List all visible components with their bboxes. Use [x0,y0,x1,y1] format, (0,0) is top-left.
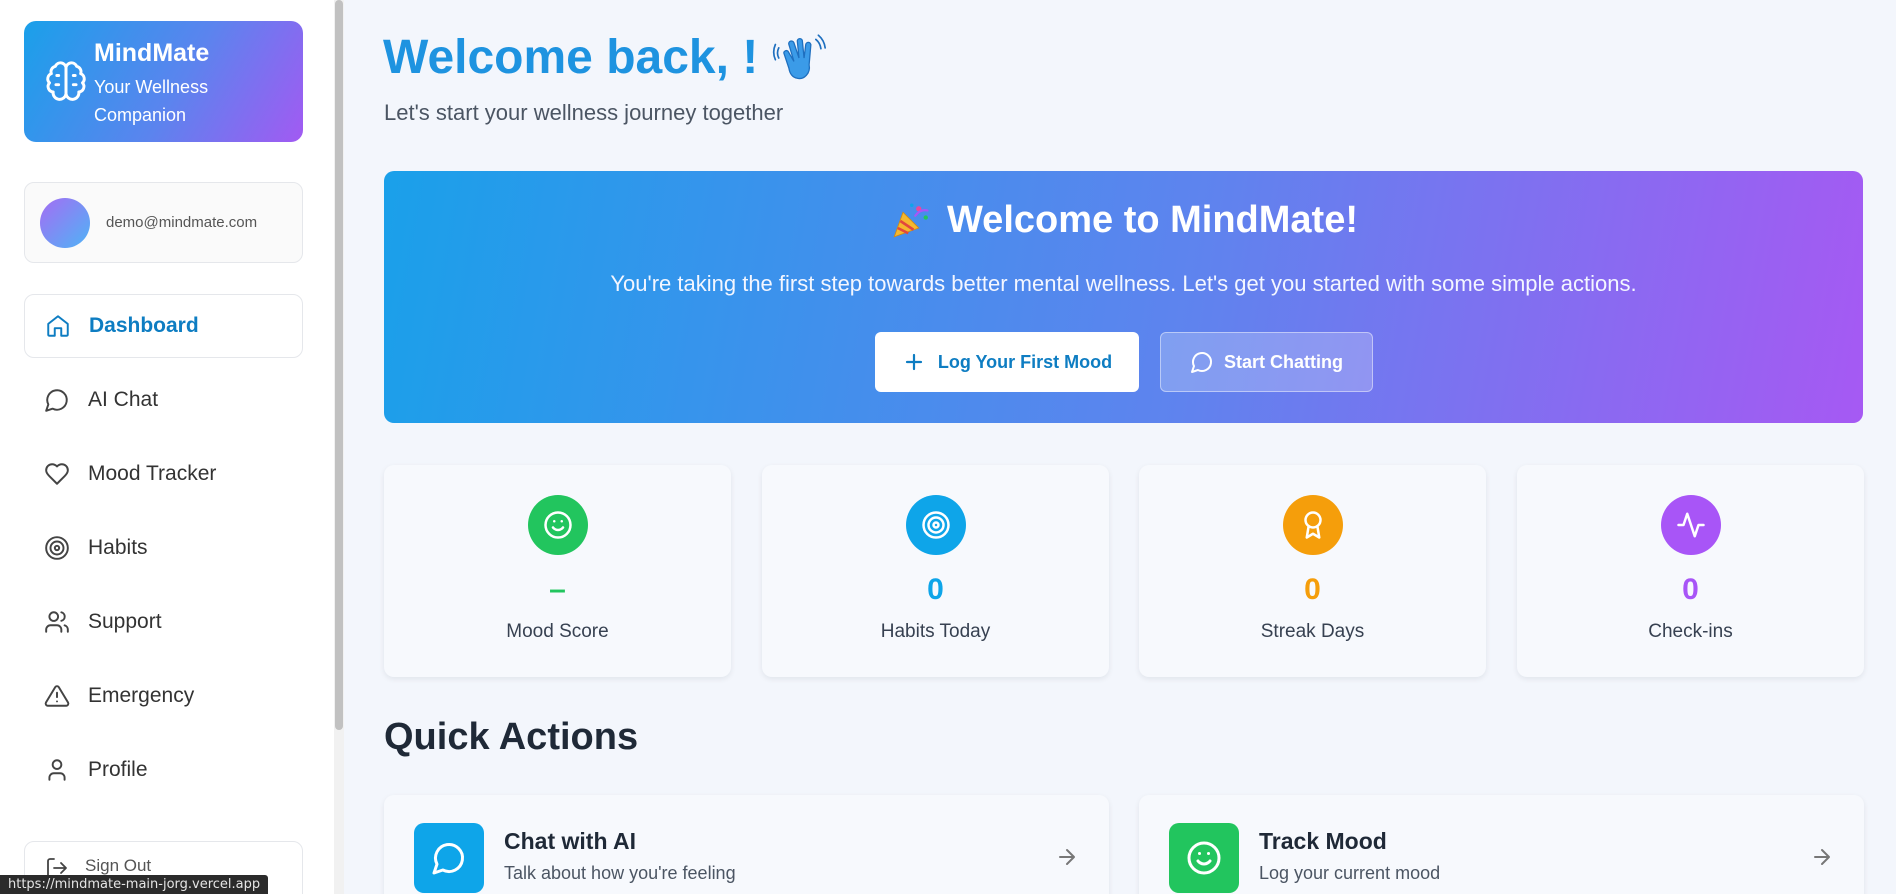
quick-action-track-mood[interactable]: Track Mood Log your current mood [1139,795,1864,894]
quick-action-desc: Talk about how you're feeling [504,863,736,883]
stat-card-streak-days: 0 Streak Days [1139,465,1486,677]
users-icon [45,611,69,633]
chat-icon [1191,352,1212,373]
banner-text: You're taking the first step towards bet… [610,271,1637,296]
sidebar-item-label: Habits [88,536,148,559]
quick-action-icon-box [414,823,484,893]
stat-value: 0 [1304,573,1321,606]
quick-action-title: Chat with AI [504,828,637,854]
user-email: demo@mindmate.com [106,214,258,231]
target-icon [45,536,69,560]
quick-action-chat-with-ai[interactable]: Chat with AI Talk about how you're feeli… [384,795,1109,894]
stat-card-mood-score: – Mood Score [384,465,731,677]
target-icon [922,511,950,539]
start-chatting-button[interactable]: Start Chatting [1160,332,1373,392]
sidebar-item-label: Profile [88,758,148,781]
app-root: MindMate Your Wellness Companion demo@mi… [0,0,1896,894]
smile-icon [1187,841,1221,875]
heart-icon [45,463,69,485]
scrollbar-thumb[interactable] [335,0,343,730]
sidebar-item-support[interactable]: Support [24,590,303,654]
user-card[interactable]: demo@mindmate.com [24,182,303,263]
plus-icon [905,353,922,371]
start-chatting-label: Start Chatting [1224,351,1343,372]
sidebar-item-dashboard[interactable]: Dashboard [24,294,303,358]
welcome-banner: Welcome to MindMate! You're taking the f… [384,171,1863,423]
award-icon [1304,511,1322,539]
stat-label: Mood Score [506,621,609,642]
quick-action-icon-box [1169,823,1239,893]
page-title-text: Welcome back, ! [383,31,759,84]
waving-hand-icon [773,33,827,79]
home-icon [47,315,69,337]
stat-value: – [549,573,566,606]
page-subtitle: Let's start your wellness journey togeth… [384,100,784,125]
arrow-right-icon [1814,849,1830,865]
log-first-mood-button[interactable]: Log Your First Mood [875,332,1139,392]
sidebar-item-label: Mood Tracker [88,462,217,485]
quick-actions-heading: Quick Actions [384,716,639,758]
party-popper-icon [893,203,929,237]
page-title: Welcome back, ! [383,30,827,85]
stat-label: Streak Days [1260,621,1365,642]
quick-action-title: Track Mood [1259,828,1387,854]
stat-value: 0 [1682,573,1699,606]
smile-icon [544,511,572,539]
sidebar-scrollbar[interactable] [334,0,344,894]
chat-icon [432,842,465,875]
stat-label: Habits Today [880,621,991,642]
stat-card-check-ins: 0 Check-ins [1517,465,1864,677]
stat-icon-circle [1661,495,1721,555]
brand-name: MindMate [94,39,210,67]
sidebar-item-emergency[interactable]: Emergency [24,664,303,728]
stat-value: 0 [927,573,944,606]
stat-icon-circle [528,495,588,555]
stat-icon-circle [1283,495,1343,555]
sign-out-label: Sign Out [85,856,152,875]
avatar [40,198,90,248]
quick-action-desc: Log your current mood [1259,863,1441,883]
brand-tagline: Your Wellness Companion [94,77,209,125]
alert-triangle-icon [44,685,70,707]
browser-status-url: https://mindmate-main-jorg.vercel.app [0,875,269,894]
sidebar-item-habits[interactable]: Habits [24,516,303,580]
chat-icon [45,389,68,412]
log-first-mood-label: Log Your First Mood [937,351,1113,372]
sidebar-item-ai-chat[interactable]: AI Chat [24,368,303,432]
stat-icon-circle [906,495,966,555]
sidebar-item-label: Support [88,610,162,633]
sidebar-item-mood-tracker[interactable]: Mood Tracker [24,442,303,506]
brain-icon [46,61,86,101]
activity-icon [1677,512,1705,538]
stat-card-habits-today: 0 Habits Today [762,465,1109,677]
sidebar-item-profile[interactable]: Profile [24,738,303,802]
sidebar-item-label: Dashboard [89,314,199,337]
banner-title-text: Welcome to MindMate! [947,199,1358,241]
sidebar-item-label: Emergency [88,684,195,707]
sidebar-item-label: AI Chat [88,388,159,411]
brand-card[interactable]: MindMate Your Wellness Companion [24,21,303,142]
stat-label: Check-ins [1648,621,1733,642]
banner-title: Welcome to MindMate! [384,199,1863,242]
sidebar: MindMate Your Wellness Companion demo@mi… [0,0,334,894]
user-icon [48,759,66,781]
arrow-right-icon [1059,849,1075,865]
